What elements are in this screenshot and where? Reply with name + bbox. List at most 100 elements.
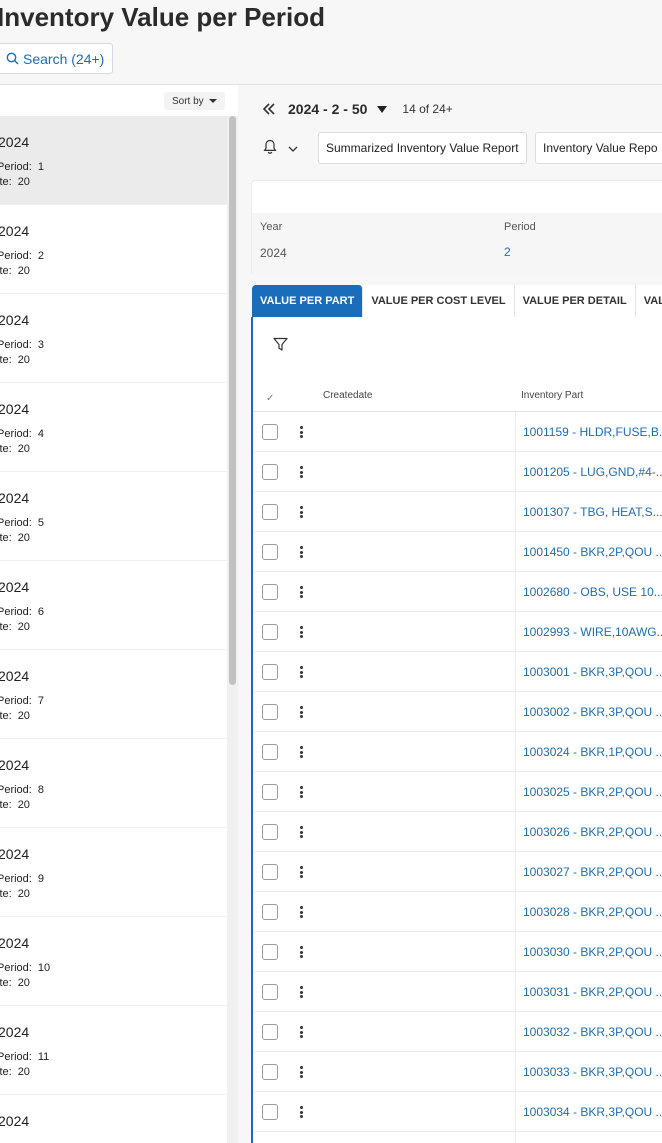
row-menu-icon[interactable] xyxy=(297,424,305,440)
row-checkbox[interactable] xyxy=(262,464,278,480)
select-all-check-icon[interactable]: ✓ xyxy=(266,393,274,404)
row-checkbox[interactable] xyxy=(262,1104,278,1120)
inventory-part-link[interactable]: 1003026 - BKR,2P,QOU ... xyxy=(523,825,662,839)
inventory-part-link[interactable]: 1002680 - OBS, USE 10... xyxy=(523,585,662,599)
inventory-part-link[interactable]: 1003002 - BKR,3P,QOU ... xyxy=(523,705,662,719)
inventory-part-link[interactable]: 1003025 - BKR,2P,QOU ... xyxy=(523,785,662,799)
row-checkbox[interactable] xyxy=(262,864,278,880)
inventory-part-link[interactable]: 1001159 - HLDR,FUSE,B... xyxy=(523,425,662,439)
list-scrollbar-thumb[interactable] xyxy=(229,116,236,685)
row-checkbox[interactable] xyxy=(262,424,278,440)
tab-value-per-part[interactable]: VALUE PER PART xyxy=(252,285,364,317)
row-checkbox[interactable] xyxy=(262,784,278,800)
row-checkbox[interactable] xyxy=(262,1064,278,1080)
summarized-report-button[interactable]: Summarized Inventory Value Report xyxy=(318,132,527,164)
row-menu-icon[interactable] xyxy=(297,944,305,960)
bell-icon[interactable] xyxy=(263,139,277,155)
period-field-value: 10 xyxy=(37,962,51,974)
list-item[interactable]: 2024 Period: 4 ite: 20 xyxy=(0,383,227,472)
inventory-part-link[interactable]: 1003030 - BKR,2P,QOU ... xyxy=(523,945,662,959)
row-checkbox[interactable] xyxy=(262,664,278,680)
period-value-link[interactable]: 2 xyxy=(504,245,511,259)
list-item-year: 2024 xyxy=(0,312,30,328)
tab-value-per-cost-level[interactable]: VALUE PER COST LEVEL xyxy=(363,285,515,317)
list-item-period: Period: 4 xyxy=(0,428,44,440)
table-row: 1001159 - HLDR,FUSE,B... xyxy=(253,412,662,452)
list-item[interactable]: 2024 Period: 10 ite: 20 xyxy=(0,917,227,1006)
list-item-site: ite: 20 xyxy=(0,799,30,811)
row-menu-icon[interactable] xyxy=(297,504,305,520)
list-item-year: 2024 xyxy=(0,490,30,506)
row-checkbox[interactable] xyxy=(262,504,278,520)
list-item[interactable]: 2024 Period: 3 ite: 20 xyxy=(0,294,227,383)
row-menu-icon[interactable] xyxy=(297,744,305,760)
list-item[interactable]: 2024 Period: 9 ite: 20 xyxy=(0,828,227,917)
inventory-part-link[interactable]: 1003031 - BKR,2P,QOU ... xyxy=(523,985,662,999)
row-checkbox[interactable] xyxy=(262,544,278,560)
list-item-period: Period: 9 xyxy=(0,873,44,885)
page-title: Inventory Value per Period xyxy=(0,2,325,32)
row-checkbox[interactable] xyxy=(262,624,278,640)
row-menu-icon[interactable] xyxy=(297,704,305,720)
list-item[interactable]: 2024 Period: 11 ite: 20 xyxy=(0,1006,227,1095)
list-item[interactable]: 2024 Period: 7 ite: 20 xyxy=(0,650,227,739)
row-menu-icon[interactable] xyxy=(297,664,305,680)
row-menu-icon[interactable] xyxy=(297,584,305,600)
inventory-part-link[interactable]: 1003034 - BKR,3P,QOU ... xyxy=(523,1105,662,1119)
inventory-part-link[interactable]: 1001205 - LUG,GND,#4-... xyxy=(523,465,662,479)
row-menu-icon[interactable] xyxy=(297,624,305,640)
row-checkbox[interactable] xyxy=(262,984,278,1000)
row-checkbox[interactable] xyxy=(262,944,278,960)
record-dropdown-icon[interactable] xyxy=(377,105,388,113)
list-item[interactable]: 2024 Period: 5 ite: 20 xyxy=(0,472,227,561)
inventory-value-report-button[interactable]: Inventory Value Repo xyxy=(535,132,662,164)
period-field-value: 9 xyxy=(37,873,44,885)
table-row: 1003030 - BKR,2P,QOU ... xyxy=(253,932,662,972)
chevron-down-icon[interactable] xyxy=(288,146,298,153)
tab-value-p[interactable]: VALUE P xyxy=(635,285,662,317)
sort-by-button[interactable]: Sort by xyxy=(164,92,225,110)
row-checkbox[interactable] xyxy=(262,584,278,600)
column-header-createdate[interactable]: Createdate xyxy=(323,390,372,401)
first-record-icon[interactable] xyxy=(262,102,276,116)
inventory-part-link[interactable]: 1002993 - WIRE,10AWG... xyxy=(523,625,662,639)
record-selector[interactable]: 2024 - 2 - 50 xyxy=(288,101,367,117)
row-menu-icon[interactable] xyxy=(297,1104,305,1120)
row-menu-icon[interactable] xyxy=(297,1024,305,1040)
row-checkbox[interactable] xyxy=(262,1024,278,1040)
list-item[interactable]: 2024 xyxy=(0,1095,227,1143)
row-checkbox[interactable] xyxy=(262,704,278,720)
inventory-part-link[interactable]: 1003032 - BKR,3P,QOU ... xyxy=(523,1025,662,1039)
list-item[interactable]: 2024 Period: 2 ite: 20 xyxy=(0,205,227,294)
details-band xyxy=(252,213,662,276)
inventory-part-link[interactable]: 1003024 - BKR,1P,QOU ... xyxy=(523,745,662,759)
row-menu-icon[interactable] xyxy=(297,984,305,1000)
inventory-part-link[interactable]: 1003001 - BKR,3P,QOU ... xyxy=(523,665,662,679)
list-item-period: Period: 8 xyxy=(0,784,44,796)
site-field-value: 20 xyxy=(17,1066,30,1078)
row-menu-icon[interactable] xyxy=(297,864,305,880)
row-menu-icon[interactable] xyxy=(297,824,305,840)
row-menu-icon[interactable] xyxy=(297,544,305,560)
row-menu-icon[interactable] xyxy=(297,904,305,920)
row-checkbox[interactable] xyxy=(262,824,278,840)
row-menu-icon[interactable] xyxy=(297,464,305,480)
tab-value-per-detail[interactable]: VALUE PER DETAIL xyxy=(514,285,636,317)
list-item[interactable]: 2024 Period: 6 ite: 20 xyxy=(0,561,227,650)
list-item[interactable]: 2024 Period: 1 ite: 20 xyxy=(0,116,227,205)
list-item[interactable]: 2024 Period: 8 ite: 20 xyxy=(0,739,227,828)
inventory-part-link[interactable]: 1003027 - BKR,2P,QOU ... xyxy=(523,865,662,879)
inventory-part-link[interactable]: 1001450 - BKR,2P,QOU ... xyxy=(523,545,662,559)
inventory-part-link[interactable]: 1003028 - BKR,2P,QOU ... xyxy=(523,905,662,919)
search-button[interactable]: Search (24+) xyxy=(0,43,114,74)
row-menu-icon[interactable] xyxy=(297,784,305,800)
inventory-part-link[interactable]: 1001307 - TBG, HEAT,S... xyxy=(523,505,662,519)
row-checkbox[interactable] xyxy=(262,744,278,760)
inventory-part-link[interactable]: 1003033 - BKR,3P,QOU ... xyxy=(523,1065,662,1079)
table-row: 1003026 - BKR,2P,QOU ... xyxy=(253,812,662,852)
row-menu-icon[interactable] xyxy=(297,1064,305,1080)
column-header-inventory-part[interactable]: Inventory Part xyxy=(521,390,583,401)
row-checkbox[interactable] xyxy=(262,904,278,920)
filter-icon[interactable] xyxy=(273,337,288,352)
list-item-site: ite: 20 xyxy=(0,621,30,633)
